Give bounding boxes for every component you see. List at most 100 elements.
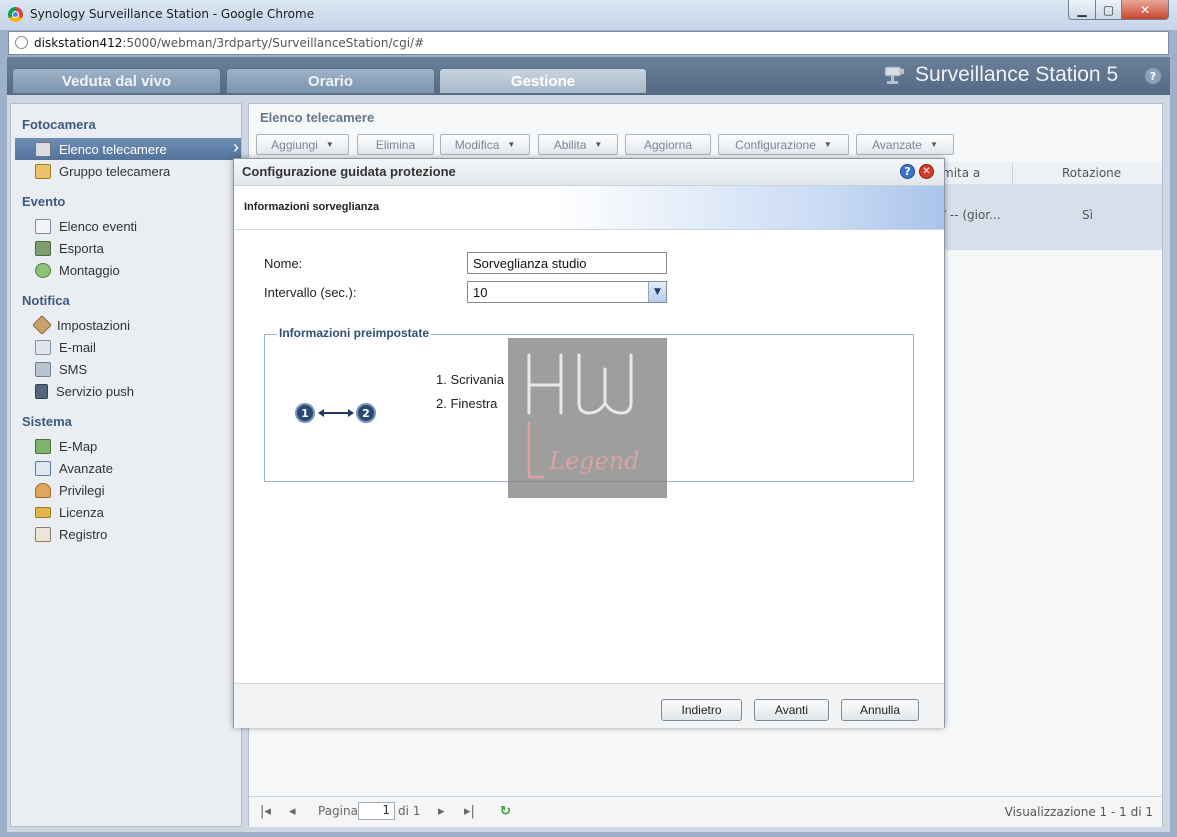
page-number-input[interactable]: 1	[358, 802, 395, 820]
dropdown-arrow-icon: ▼	[823, 140, 832, 149]
sidebar-item-label: Elenco telecamere	[59, 141, 167, 157]
sidebar-section-notifica: Notifica	[22, 293, 70, 308]
dialog-close-icon[interactable]: ✕	[919, 164, 934, 179]
elimina-button[interactable]: Elimina	[357, 134, 434, 155]
page-info-icon[interactable]	[15, 36, 28, 49]
users-icon	[35, 482, 51, 498]
sidebar-item-e-map[interactable]: E-Map	[15, 435, 241, 457]
preset-item-2: 2. Finestra	[436, 396, 498, 411]
camera-icon	[35, 141, 51, 157]
key-icon	[35, 506, 51, 518]
dialog-title: Configurazione guidata protezione	[242, 164, 456, 179]
montage-icon	[35, 262, 51, 278]
next-page-icon[interactable]: ▸	[438, 804, 445, 819]
sidebar-item-licenza[interactable]: Licenza	[15, 501, 241, 523]
sidebar-item-sms[interactable]: SMS	[15, 358, 241, 380]
sidebar-item-esporta[interactable]: Esporta	[15, 237, 241, 259]
window-title-bar: Synology Surveillance Station - Google C…	[0, 0, 1177, 30]
sidebar-item-privilegi[interactable]: Privilegi	[15, 479, 241, 501]
preset-end-badge: 2	[356, 403, 376, 423]
modifica-button[interactable]: Modifica ▼	[440, 134, 530, 155]
minimize-button[interactable]: ▁	[1068, 0, 1096, 20]
preset-item-1: 1. Scrivania	[436, 372, 504, 387]
camera-group-icon	[35, 163, 51, 179]
hw-legend-watermark-logo: Legend HW	[508, 338, 667, 498]
sidebar-item-elenco-eventi[interactable]: Elenco eventi	[15, 215, 241, 237]
cell-schedule-partial: / -- (gior...	[942, 208, 1001, 222]
url-text[interactable]: diskstation412:5000/webman/3rdparty/Surv…	[34, 36, 424, 50]
sidebar-item-label: Servizio push	[56, 383, 135, 399]
table-row[interactable]: / -- (gior... Sì	[942, 184, 1162, 250]
map-icon	[35, 438, 51, 454]
sidebar-item-label: SMS	[59, 361, 88, 377]
advanced-icon	[35, 460, 51, 476]
sidebar-item-impostazioni[interactable]: Impostazioni	[15, 314, 241, 336]
sidebar-section-sistema: Sistema	[22, 414, 72, 429]
dialog-help-icon[interactable]: ?	[900, 164, 915, 179]
envelope-icon	[35, 339, 51, 355]
sidebar-item-label: E-Map	[59, 438, 98, 454]
sidebar-item-label: Licenza	[59, 504, 104, 520]
name-label: Nome:	[264, 256, 303, 271]
tab-veduta-dal-vivo[interactable]: Veduta dal vivo	[12, 68, 221, 94]
panel-title: Elenco telecamere	[260, 110, 375, 125]
last-page-icon[interactable]: ▸|	[464, 804, 475, 819]
wrench-icon	[32, 315, 52, 335]
sidebar-item-label: Esporta	[59, 240, 104, 256]
next-button[interactable]: Avanti	[754, 699, 829, 721]
sidebar-item-avanzate[interactable]: Avanzate	[15, 457, 241, 479]
sidebar-item-registro[interactable]: Registro	[15, 523, 241, 545]
export-icon	[35, 240, 51, 256]
sidebar: Fotocamera Elenco telecamere Gruppo tele…	[10, 103, 242, 827]
maximize-button[interactable]: ▢	[1095, 0, 1122, 20]
sidebar-item-label: E-mail	[59, 339, 96, 355]
sms-icon	[35, 361, 51, 377]
configurazione-button[interactable]: Configurazione ▼	[718, 134, 849, 155]
sidebar-item-label: Registro	[59, 526, 108, 542]
interval-select[interactable]: 10 ▼	[467, 281, 667, 303]
chevron-down-icon[interactable]: ▼	[648, 282, 666, 302]
window-close-button[interactable]: ✕	[1121, 0, 1169, 20]
camera-brand-icon	[884, 66, 904, 84]
pager-bar: |◂ ◂ Pagina 1 di 1 ▸ ▸| ↻ Visualizzazion…	[249, 796, 1162, 827]
tab-orario[interactable]: Orario	[226, 68, 435, 94]
sidebar-section-evento: Evento	[22, 194, 66, 209]
sidebar-item-label: Gruppo telecamera	[59, 163, 171, 179]
grid-header: mita a Rotazione	[942, 162, 1162, 185]
sidebar-item-elenco-telecamere[interactable]: Elenco telecamere	[15, 137, 241, 160]
dialog-footer: Indietro Avanti Annulla	[234, 683, 944, 728]
prev-page-icon[interactable]: ◂	[289, 804, 296, 819]
sidebar-item-servizio-push[interactable]: Servizio push	[15, 380, 241, 402]
page-total: di 1	[398, 804, 421, 818]
sidebar-item-e-mail[interactable]: E-mail	[15, 336, 241, 358]
cancel-button[interactable]: Annulla	[841, 699, 919, 721]
tab-gestione[interactable]: Gestione	[439, 68, 647, 94]
aggiorna-button[interactable]: Aggiorna	[625, 134, 711, 155]
double-arrow-icon	[318, 409, 354, 417]
page-label: Pagina	[318, 804, 358, 818]
window-title: Synology Surveillance Station - Google C…	[30, 7, 315, 21]
first-page-icon[interactable]: |◂	[260, 804, 271, 819]
aggiungi-button[interactable]: Aggiungi ▼	[256, 134, 349, 155]
column-header-partial[interactable]: mita a	[942, 166, 980, 180]
log-book-icon	[35, 526, 51, 542]
sidebar-item-label: Montaggio	[59, 262, 120, 278]
column-header-rotazione[interactable]: Rotazione	[1062, 166, 1121, 180]
sidebar-item-label: Privilegi	[59, 482, 105, 498]
help-icon[interactable]: ?	[1145, 68, 1161, 84]
abilita-button[interactable]: Abilita ▼	[538, 134, 618, 155]
dropdown-arrow-icon: ▼	[507, 140, 516, 149]
address-bar[interactable]: diskstation412:5000/webman/3rdparty/Surv…	[8, 31, 1169, 55]
refresh-icon[interactable]: ↻	[500, 804, 511, 819]
cell-rotazione: Sì	[1082, 208, 1093, 222]
sidebar-item-gruppo-telecamera[interactable]: Gruppo telecamera	[15, 160, 241, 182]
avanzate-button[interactable]: Avanzate ▼	[856, 134, 954, 155]
sidebar-item-label: Avanzate	[59, 460, 113, 476]
back-button[interactable]: Indietro	[661, 699, 742, 721]
sidebar-item-montaggio[interactable]: Montaggio	[15, 259, 241, 281]
app-header: Veduta dal vivo Orario Gestione Surveill…	[7, 57, 1170, 95]
brand-title: Surveillance Station 5	[915, 63, 1119, 86]
name-input[interactable]	[467, 252, 667, 274]
preset-group-title: Informazioni preimpostate	[277, 326, 432, 340]
dropdown-arrow-icon: ▼	[325, 140, 334, 149]
